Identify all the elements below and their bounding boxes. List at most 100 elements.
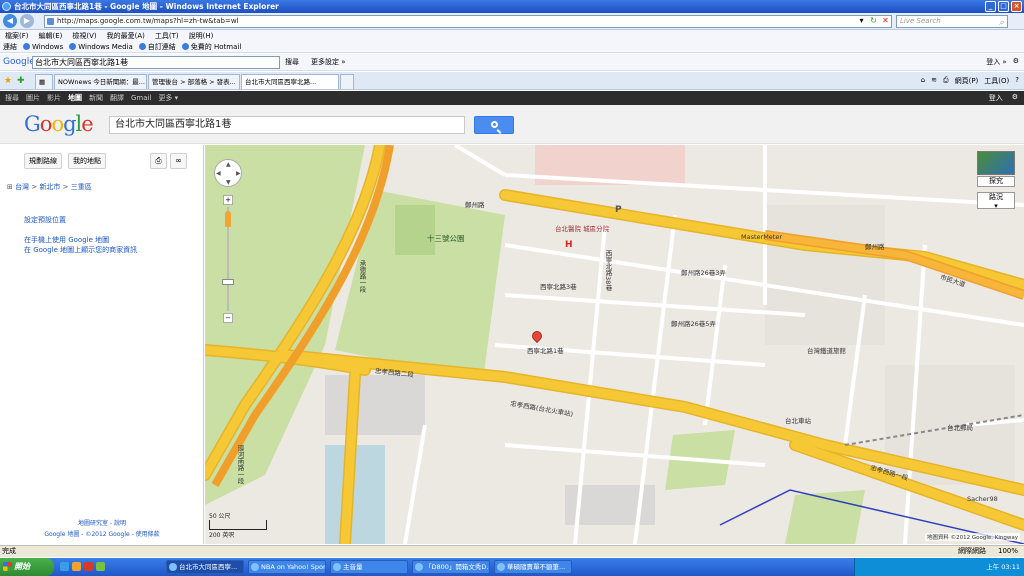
window-titlebar: 台北市大同區西寧北路1巷 - Google 地圖 - Windows Inter… [0,0,1024,13]
maps-search-input[interactable]: 台北市大同區西寧北路1巷 [109,116,465,134]
google-toolbar-logo: Google [3,57,35,67]
google-logo[interactable]: Google [24,112,94,136]
minimize-button[interactable]: _ [985,1,996,12]
scale-metric: 50 公尺 [209,513,231,520]
google-toolbar-search-button[interactable]: 搜尋 [285,57,299,67]
maximize-button[interactable]: □ [998,1,1009,12]
address-dropdown-button[interactable]: ▾ [856,15,867,27]
business-listing-link[interactable]: 在 Google 地圖上顯示您的商家資訊 [24,245,137,255]
map-canvas[interactable]: 十三號公園 台北醫院 城區分院 H 鄭州路 鄭州路 市民大道 忠孝西路二段 忠孝… [205,145,1024,544]
taskbar-maps[interactable]: 台北市大同區西寧... [166,560,244,574]
tab-blog-admin[interactable]: 管理後台 > 部落格 > 發表... [148,74,240,89]
pan-control[interactable]: ▲ ▼ ◀ ▶ [214,159,242,187]
map-copyright: 地圖資料 ©2012 Google, Kingway [924,533,1020,541]
gbar-images[interactable]: 圖片 [26,93,40,103]
link-windows-media[interactable]: Windows Media [69,43,133,51]
status-bar: 完成 網際網路 100% [0,545,1024,557]
desktop-icon[interactable] [60,562,69,571]
google-toolbar-search-input[interactable]: 台北市大同區西寧北路1巷 [32,56,280,69]
taskbar-d800[interactable]: 「D800」開箱文秀D... [412,560,490,574]
link-windows[interactable]: Windows [23,43,63,51]
gear-icon[interactable]: ⚙ [1012,93,1018,103]
taskbar-asus[interactable]: 華碩隨賣單不額筆... [494,560,572,574]
tools-menu[interactable]: 工具(O) [984,76,1009,86]
favorites-star-icon[interactable]: ★ [4,76,12,86]
menu-tools[interactable]: 工具(T) [155,31,179,41]
taskbar-nba[interactable]: NBA on Yahoo! Sport... [248,560,326,574]
tab-google-maps[interactable]: 台北市大同區西寧北路... [241,74,339,89]
search-icon[interactable]: ⌕ [999,18,1004,29]
breadcrumb-sanchong[interactable]: 三重區 [71,183,92,191]
gbar-search[interactable]: 搜尋 [5,93,19,103]
link-icon[interactable]: ∞ [170,153,187,169]
maps-search-button[interactable] [474,116,514,134]
my-places-button[interactable]: 我的地點 [68,153,106,169]
google-toolbar-more-button[interactable]: 更多設定 » [311,57,346,67]
label-post-office: 台北郵局 [947,424,973,432]
quick-tabs-button[interactable]: ▦ [35,74,53,89]
refresh-icon[interactable]: ↻ [868,15,879,27]
address-input[interactable]: http://maps.google.com.tw/maps?hl=zh-tw&… [44,15,892,28]
zoom-out-button[interactable]: − [223,313,233,323]
breadcrumb-new-taipei[interactable]: 新北市 [39,183,60,191]
menu-file[interactable]: 檔案(F) [5,31,29,41]
expand-icon[interactable]: ⊞ [7,183,13,191]
live-search-input[interactable]: Live Search ⌕ [896,15,1008,28]
zoom-slider-thumb[interactable] [222,279,234,285]
map-block [765,205,885,345]
google-toolbar-login[interactable]: 登入 » [986,57,1007,67]
system-tray: 上午 03:11 [854,558,1024,576]
home-icon[interactable]: ⌂ [921,76,925,86]
link-hotmail[interactable]: 免費的 Hotmail [181,42,241,52]
feeds-icon[interactable]: ≋ [931,76,937,86]
map-type-thumbnail[interactable] [977,151,1015,175]
link-custom[interactable]: 自訂連結 [138,42,176,52]
label-xining-lane38: 西寧北路38巷 [604,250,612,291]
label-xining-lane1: 西寧北路1巷 [527,347,564,355]
forward-button[interactable]: ▶ [20,14,34,28]
app-icon[interactable] [96,562,105,571]
help-icon[interactable]: ? [1015,76,1019,86]
page-menu[interactable]: 網頁(P) [955,76,979,86]
tab-nownews[interactable]: NOWnews 今日新聞網：最... [54,74,147,89]
menu-favorites[interactable]: 我的最愛(A) [107,31,145,41]
gbar-news[interactable]: 新聞 [89,93,103,103]
menu-view[interactable]: 檢視(V) [72,31,96,41]
app-icon[interactable] [84,562,93,571]
gbar-gmail[interactable]: Gmail [131,94,151,102]
gbar-videos[interactable]: 影片 [47,93,61,103]
start-button[interactable]: 開始 [0,558,54,576]
add-favorites-icon[interactable]: ✚ [17,76,25,86]
gbar-translate[interactable]: 翻譯 [110,93,124,103]
print-icon[interactable]: ⎙ [150,153,167,169]
labs-help-link[interactable]: 地圖研究室 - 說明 [0,518,204,527]
zoom-in-button[interactable]: + [223,195,233,205]
gbar-more[interactable]: 更多 ▾ [158,93,178,103]
taskbar-volume[interactable]: 主音量 [330,560,408,574]
traffic-button[interactable]: 路況 ▾ [977,192,1015,210]
pan-up-icon[interactable]: ▲ [226,161,231,168]
pan-left-icon[interactable]: ◀ [216,170,221,177]
mobile-maps-link[interactable]: 在手機上使用 Google 地圖 [24,235,109,245]
media-icon[interactable] [72,562,81,571]
menu-edit[interactable]: 編輯(E) [39,31,63,41]
clock[interactable]: 上午 03:11 [986,563,1020,571]
stop-icon[interactable]: ✕ [880,15,891,27]
print-icon[interactable]: ⎙ [943,76,949,86]
breadcrumb-taiwan[interactable]: 台灣 [15,183,29,191]
gbar-maps[interactable]: 地圖 [68,93,82,103]
gbar-login[interactable]: 登入 [989,93,1003,103]
menu-help[interactable]: 說明(H) [189,31,214,41]
wrench-icon[interactable]: ⚙ [1013,57,1019,67]
set-default-location-link[interactable]: 設定預設位置 [24,215,66,225]
map-type-label[interactable]: 探究 [977,176,1015,187]
directions-button[interactable]: 規劃路線 [24,153,62,169]
pan-right-icon[interactable]: ▶ [236,170,241,177]
back-button[interactable]: ◀ [3,14,17,28]
zoom-level[interactable]: 100% [998,546,1018,557]
label-zhengzhou-1: 鄭州路 [465,201,485,209]
close-button[interactable]: × [1011,1,1022,12]
street-view-pegman-icon[interactable] [225,211,231,227]
pan-down-icon[interactable]: ▼ [226,179,231,186]
new-tab-button[interactable] [340,74,354,89]
